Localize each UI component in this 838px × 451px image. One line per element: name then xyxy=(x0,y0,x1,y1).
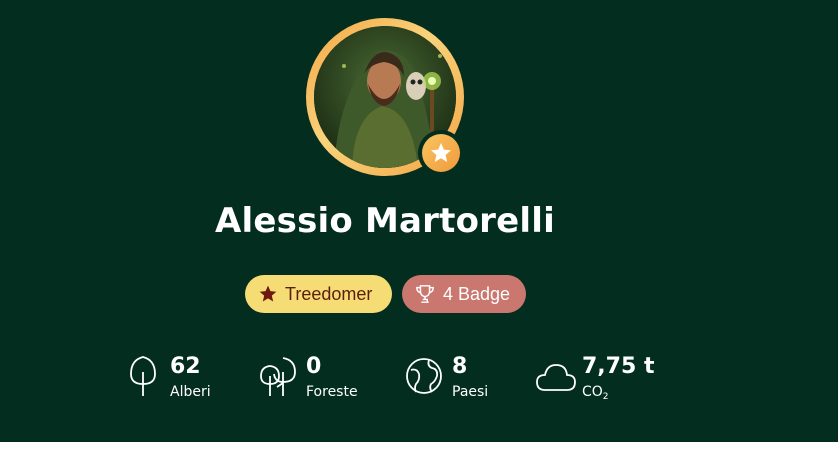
stat-countries-label: Paesi xyxy=(452,384,489,400)
stat-trees: 62 Alberi xyxy=(127,352,227,404)
stat-trees-value: 62 xyxy=(170,354,201,379)
stat-trees-label: Alberi xyxy=(170,384,211,400)
stat-co2-label: CO2 xyxy=(582,384,609,402)
trophy-icon xyxy=(416,285,434,303)
stat-co2: 7,75 t CO2 xyxy=(535,352,665,404)
role-label: Treedomer xyxy=(285,283,373,304)
badge-pill[interactable]: 4 Badge xyxy=(402,275,526,313)
badge-label: 4 Badge xyxy=(443,283,511,304)
role-pill[interactable]: Treedomer xyxy=(245,275,392,313)
avatar[interactable] xyxy=(306,18,466,178)
stat-co2-value: 7,75 t xyxy=(582,354,655,379)
cloud-icon xyxy=(536,364,576,391)
stat-forests-label: Foreste xyxy=(306,384,358,400)
profile-name: Alessio Martorelli xyxy=(215,201,555,241)
globe-icon xyxy=(406,358,442,394)
stat-forests: 0 Foreste xyxy=(255,352,375,404)
stat-forests-value: 0 xyxy=(306,354,322,379)
star-icon xyxy=(431,143,451,162)
star-icon xyxy=(259,285,277,302)
tree-icon xyxy=(130,356,156,396)
star-badge xyxy=(418,130,464,176)
stat-countries-value: 8 xyxy=(452,354,468,379)
profile-header: Alessio Martorelli Treedomer 4 Badge 62 … xyxy=(0,0,838,442)
stat-countries: 8 Paesi xyxy=(405,352,515,404)
forest-icon xyxy=(260,357,296,396)
